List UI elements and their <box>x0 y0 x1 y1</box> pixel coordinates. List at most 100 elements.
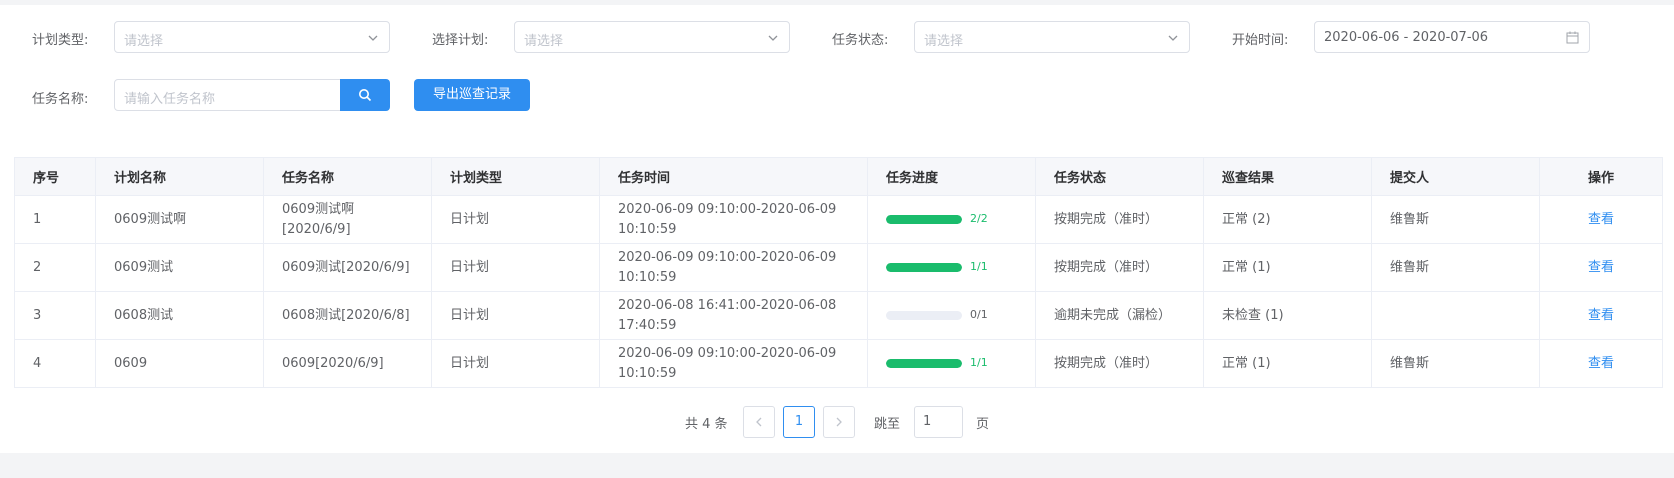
row-number: 3 <box>14 291 96 340</box>
progress-text: 0/1 <box>970 308 988 322</box>
header-cell: 任务时间 <box>599 157 868 196</box>
table-row: 3 0608测试 0608测试[2020/6/8] 日计划 2020-06-08… <box>14 291 1663 340</box>
plan-select[interactable]: 请选择 <box>514 21 790 53</box>
table-row: 1 0609测试啊 0609测试啊[2020/6/9] 日计划 2020-06-… <box>14 195 1663 244</box>
task-time-cell: 2020-06-09 09:10:00-2020-06-09 10:10:59 <box>599 243 868 292</box>
task-name-cell: 0609测试[2020/6/9] <box>263 243 432 292</box>
main-panel: 计划类型: 请选择 选择计划: 请选择 任务状态: 请选择 开始时间: 2020… <box>0 5 1674 453</box>
progress-text: 1/1 <box>970 260 988 274</box>
jump-page-input[interactable]: 1 <box>914 406 963 438</box>
task-time-cell: 2020-06-09 09:10:00-2020-06-09 10:10:59 <box>599 195 868 244</box>
task-time-cell: 2020-06-08 16:41:00-2020-06-08 17:40:59 <box>599 291 868 340</box>
plan-placeholder: 请选择 <box>524 34 564 49</box>
chevron-down-icon <box>368 35 378 41</box>
chevron-down-icon <box>768 35 778 41</box>
progress-fill <box>886 358 962 368</box>
row-number: 1 <box>14 195 96 244</box>
progress-text: 2/2 <box>970 212 988 226</box>
result-cell: 未检查 (1) <box>1203 291 1372 340</box>
table-row: 4 0609 0609[2020/6/9] 日计划 2020-06-09 09:… <box>14 339 1663 388</box>
chevron-right-icon <box>836 417 842 427</box>
progress-fill <box>886 214 962 224</box>
page-number-button[interactable]: 1 <box>783 406 815 438</box>
task-time-cell: 2020-06-09 09:10:00-2020-06-09 10:10:59 <box>599 339 868 388</box>
date-range-picker[interactable]: 2020-06-06 - 2020-07-06 <box>1314 21 1590 53</box>
date-range-value: 2020-06-06 - 2020-07-06 <box>1324 30 1489 45</box>
page-suffix-label: 页 <box>976 417 990 432</box>
task-name-placeholder: 请输入任务名称 <box>124 92 216 107</box>
task-status-cell: 按期完成（准时） <box>1035 195 1204 244</box>
header-cell: 巡查结果 <box>1203 157 1372 196</box>
plan-name-cell: 0609测试 <box>95 243 264 292</box>
plan-name-cell: 0609测试啊 <box>95 195 264 244</box>
table-header-row: 序号 计划名称 任务名称 计划类型 任务时间 任务进度 任务状态 巡查结果 提交… <box>14 157 1663 196</box>
result-cell: 正常 (2) <box>1203 195 1372 244</box>
search-icon <box>359 89 372 102</box>
progress-fill <box>886 262 962 272</box>
task-name-cell: 0609测试啊[2020/6/9] <box>263 195 432 244</box>
search-button[interactable] <box>340 79 390 111</box>
plan-name-cell: 0609 <box>95 339 264 388</box>
header-cell: 计划类型 <box>431 157 600 196</box>
progress-cell: 1/1 <box>867 339 1036 388</box>
jump-to-label: 跳至 <box>874 417 901 432</box>
plan-type-select[interactable]: 请选择 <box>114 21 390 53</box>
result-cell: 正常 (1) <box>1203 243 1372 292</box>
plan-label: 选择计划: <box>432 33 489 48</box>
task-name-input[interactable]: 请输入任务名称 <box>114 79 341 111</box>
export-records-button[interactable]: 导出巡查记录 <box>414 79 530 111</box>
action-cell: 查看 <box>1539 195 1663 244</box>
task-name-cell: 0608测试[2020/6/8] <box>263 291 432 340</box>
prev-page-button[interactable] <box>743 406 775 438</box>
view-link[interactable]: 查看 <box>1588 308 1614 323</box>
task-status-select[interactable]: 请选择 <box>914 21 1190 53</box>
task-status-cell: 按期完成（准时） <box>1035 243 1204 292</box>
calendar-icon <box>1566 31 1579 44</box>
header-cell: 任务进度 <box>867 157 1036 196</box>
progress-bar <box>886 262 962 272</box>
progress-text: 1/1 <box>970 356 988 370</box>
progress-bar <box>886 358 962 368</box>
view-link[interactable]: 查看 <box>1588 212 1614 227</box>
result-cell: 正常 (1) <box>1203 339 1372 388</box>
start-time-label: 开始时间: <box>1232 33 1289 48</box>
action-cell: 查看 <box>1539 243 1663 292</box>
chevron-down-icon <box>1168 35 1178 41</box>
plan-type-cell: 日计划 <box>431 291 600 340</box>
task-status-placeholder: 请选择 <box>924 34 964 49</box>
progress-bar <box>886 214 962 224</box>
row-number: 4 <box>14 339 96 388</box>
pagination: 共 4 条 1 跳至 1 页 <box>0 406 1674 438</box>
header-cell: 序号 <box>14 157 96 196</box>
next-page-button[interactable] <box>823 406 855 438</box>
plan-type-label: 计划类型: <box>32 33 89 48</box>
progress-bar <box>886 310 962 320</box>
progress-cell: 2/2 <box>867 195 1036 244</box>
pagination-total: 共 4 条 <box>685 417 728 432</box>
plan-type-placeholder: 请选择 <box>124 34 164 49</box>
view-link[interactable]: 查看 <box>1588 260 1614 275</box>
header-cell: 计划名称 <box>95 157 264 196</box>
submitter-cell <box>1371 291 1540 340</box>
header-cell: 提交人 <box>1371 157 1540 196</box>
submitter-cell: 维鲁斯 <box>1371 339 1540 388</box>
task-name-label: 任务名称: <box>32 92 89 107</box>
action-cell: 查看 <box>1539 339 1663 388</box>
plan-type-cell: 日计划 <box>431 243 600 292</box>
task-status-label: 任务状态: <box>832 33 889 48</box>
action-cell: 查看 <box>1539 291 1663 340</box>
progress-cell: 1/1 <box>867 243 1036 292</box>
task-status-cell: 逾期未完成（漏检） <box>1035 291 1204 340</box>
row-number: 2 <box>14 243 96 292</box>
plan-name-cell: 0608测试 <box>95 291 264 340</box>
plan-type-cell: 日计划 <box>431 339 600 388</box>
view-link[interactable]: 查看 <box>1588 356 1614 371</box>
header-cell: 任务状态 <box>1035 157 1204 196</box>
records-table: 序号 计划名称 任务名称 计划类型 任务时间 任务进度 任务状态 巡查结果 提交… <box>14 157 1663 388</box>
task-status-cell: 按期完成（准时） <box>1035 339 1204 388</box>
submitter-cell: 维鲁斯 <box>1371 195 1540 244</box>
chevron-left-icon <box>756 417 762 427</box>
header-cell: 操作 <box>1539 157 1663 196</box>
task-name-cell: 0609[2020/6/9] <box>263 339 432 388</box>
table-row: 2 0609测试 0609测试[2020/6/9] 日计划 2020-06-09… <box>14 243 1663 292</box>
